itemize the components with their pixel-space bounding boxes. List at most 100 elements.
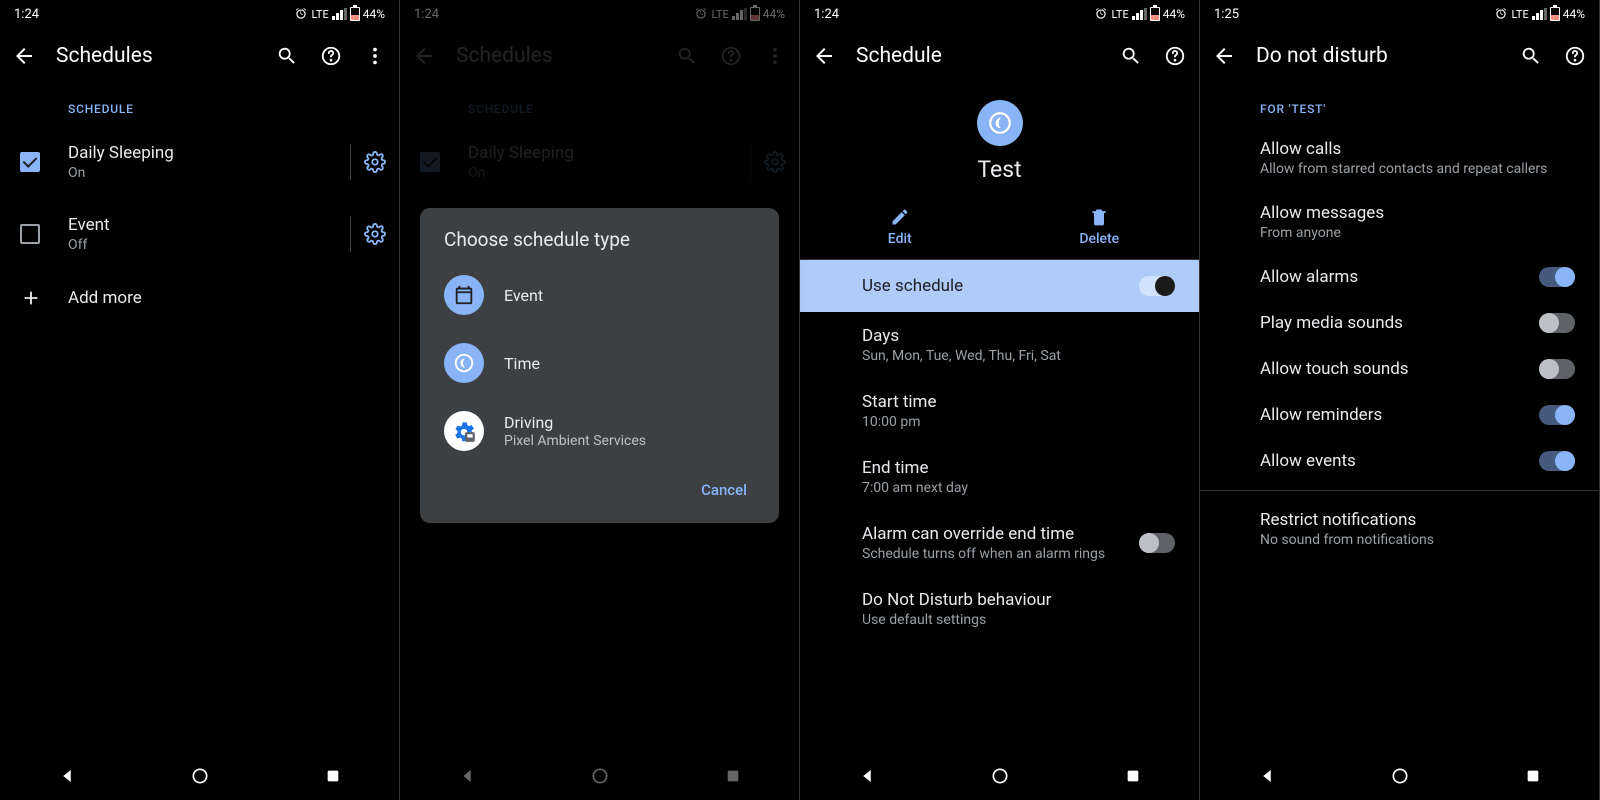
nav-home[interactable] bbox=[1388, 764, 1412, 788]
screen-dnd: 1:25 LTE 44% Do not disturb FOR 'TEST' A… bbox=[1200, 0, 1600, 800]
divider bbox=[1200, 490, 1599, 491]
allow-messages-row[interactable]: Allow messages From anyone bbox=[1200, 190, 1599, 254]
nav-recents[interactable] bbox=[321, 764, 345, 788]
page-title: Schedules bbox=[56, 44, 255, 68]
schedule-type-dialog: Choose schedule type Event Time Driving … bbox=[420, 208, 779, 523]
settings-button-event[interactable] bbox=[363, 222, 387, 246]
search-button[interactable] bbox=[1519, 44, 1543, 68]
search-button[interactable] bbox=[275, 44, 299, 68]
schedule-sub: Off bbox=[68, 237, 338, 253]
use-schedule-label: Use schedule bbox=[862, 276, 963, 296]
section-header-schedule: SCHEDULE bbox=[0, 84, 399, 126]
section-header-for-test: FOR 'TEST' bbox=[1200, 84, 1599, 126]
nav-back[interactable] bbox=[55, 764, 79, 788]
help-button[interactable] bbox=[1563, 44, 1587, 68]
alarm-icon bbox=[1494, 7, 1508, 21]
status-battery: 44% bbox=[1163, 7, 1185, 21]
back-button[interactable] bbox=[12, 44, 36, 68]
schedule-item-daily-sleeping[interactable]: Daily Sleeping On bbox=[0, 126, 399, 198]
dialog-option-driving[interactable]: Driving Pixel Ambient Services bbox=[420, 397, 779, 465]
trash-icon bbox=[1089, 207, 1109, 227]
schedule-title: Event bbox=[68, 215, 338, 235]
plus-icon bbox=[20, 287, 42, 309]
nav-home[interactable] bbox=[988, 764, 1012, 788]
row-title: Allow alarms bbox=[1260, 267, 1523, 287]
status-battery: 44% bbox=[363, 7, 385, 21]
gear-badge-icon bbox=[451, 418, 477, 444]
row-title: Start time bbox=[862, 392, 1175, 412]
end-time-row[interactable]: End time 7:00 am next day bbox=[800, 444, 1199, 510]
add-more-label: Add more bbox=[68, 288, 387, 308]
add-more-button[interactable]: Add more bbox=[0, 270, 399, 326]
gear-icon bbox=[364, 151, 386, 173]
back-button[interactable] bbox=[812, 44, 836, 68]
pencil-icon bbox=[890, 207, 910, 227]
allow-alarms-row[interactable]: Allow alarms bbox=[1200, 254, 1599, 300]
play-media-row[interactable]: Play media sounds bbox=[1200, 300, 1599, 346]
screen-schedules: 1:24 LTE 44% Schedules SCHEDULE Daily Sl… bbox=[0, 0, 400, 800]
help-icon bbox=[320, 45, 342, 67]
checkbox-event[interactable] bbox=[20, 224, 40, 244]
status-bar: 1:25 LTE 44% bbox=[1200, 0, 1599, 28]
row-title: Allow events bbox=[1260, 451, 1523, 471]
start-time-row[interactable]: Start time 10:00 pm bbox=[800, 378, 1199, 444]
checkbox-daily-sleeping[interactable] bbox=[20, 152, 40, 172]
touch-sounds-row[interactable]: Allow touch sounds bbox=[1200, 346, 1599, 392]
nav-back[interactable] bbox=[855, 764, 879, 788]
alarm-override-row[interactable]: Alarm can override end time Schedule tur… bbox=[800, 510, 1199, 576]
days-row[interactable]: Days Sun, Mon, Tue, Wed, Thu, Fri, Sat bbox=[800, 312, 1199, 378]
signal-icon bbox=[1532, 8, 1547, 20]
status-bar: 1:24 LTE 44% bbox=[800, 0, 1199, 28]
option-label: Time bbox=[504, 354, 540, 373]
allow-reminders-row[interactable]: Allow reminders bbox=[1200, 392, 1599, 438]
play-media-switch[interactable] bbox=[1539, 313, 1575, 333]
dnd-behaviour-row[interactable]: Do Not Disturb behaviour Use default set… bbox=[800, 576, 1199, 642]
status-time: 1:25 bbox=[1214, 7, 1239, 22]
overflow-button[interactable] bbox=[363, 44, 387, 68]
nav-recents[interactable] bbox=[1121, 764, 1145, 788]
dialog-option-time[interactable]: Time bbox=[420, 329, 779, 397]
row-title: Alarm can override end time bbox=[862, 524, 1123, 544]
edit-button[interactable]: Edit bbox=[800, 197, 1000, 259]
schedule-item-event[interactable]: Event Off bbox=[0, 198, 399, 270]
dialog-option-event[interactable]: Event bbox=[420, 261, 779, 329]
row-title: Allow calls bbox=[1260, 139, 1575, 159]
settings-button-daily-sleeping[interactable] bbox=[363, 150, 387, 174]
cancel-button[interactable]: Cancel bbox=[689, 473, 759, 507]
option-label: Driving bbox=[504, 413, 646, 432]
nav-home[interactable] bbox=[188, 764, 212, 788]
allow-events-row[interactable]: Allow events bbox=[1200, 438, 1599, 484]
help-button[interactable] bbox=[319, 44, 343, 68]
back-button[interactable] bbox=[1212, 44, 1236, 68]
app-bar: Schedule bbox=[800, 28, 1199, 84]
nav-bar bbox=[0, 752, 399, 800]
search-button[interactable] bbox=[1119, 44, 1143, 68]
delete-button[interactable]: Delete bbox=[1000, 197, 1200, 259]
status-time: 1:24 bbox=[14, 7, 39, 22]
schedule-name: Test bbox=[977, 156, 1021, 183]
use-schedule-row[interactable]: Use schedule bbox=[800, 260, 1199, 312]
page-title: Do not disturb bbox=[1256, 44, 1499, 68]
help-button[interactable] bbox=[1163, 44, 1187, 68]
schedule-sub: On bbox=[68, 165, 338, 181]
alarm-override-switch[interactable] bbox=[1139, 533, 1175, 553]
status-battery: 44% bbox=[1563, 7, 1585, 21]
allow-events-switch[interactable] bbox=[1539, 451, 1575, 471]
nav-back[interactable] bbox=[1255, 764, 1279, 788]
row-sub: Sun, Mon, Tue, Wed, Thu, Fri, Sat bbox=[862, 348, 1175, 364]
row-title: Play media sounds bbox=[1260, 313, 1523, 333]
row-sub: Schedule turns off when an alarm rings bbox=[862, 546, 1123, 562]
calendar-icon bbox=[453, 284, 475, 306]
nav-bar bbox=[1200, 752, 1599, 800]
allow-reminders-switch[interactable] bbox=[1539, 405, 1575, 425]
battery-icon bbox=[1150, 7, 1160, 21]
restrict-notifications-row[interactable]: Restrict notifications No sound from not… bbox=[1200, 497, 1599, 561]
touch-sounds-switch[interactable] bbox=[1539, 359, 1575, 379]
row-title: Allow reminders bbox=[1260, 405, 1523, 425]
row-sub: No sound from notifications bbox=[1260, 532, 1575, 548]
allow-alarms-switch[interactable] bbox=[1539, 267, 1575, 287]
allow-calls-row[interactable]: Allow calls Allow from starred contacts … bbox=[1200, 126, 1599, 190]
use-schedule-switch[interactable] bbox=[1139, 276, 1175, 296]
nav-recents[interactable] bbox=[1521, 764, 1545, 788]
dnd-icon bbox=[453, 352, 475, 374]
